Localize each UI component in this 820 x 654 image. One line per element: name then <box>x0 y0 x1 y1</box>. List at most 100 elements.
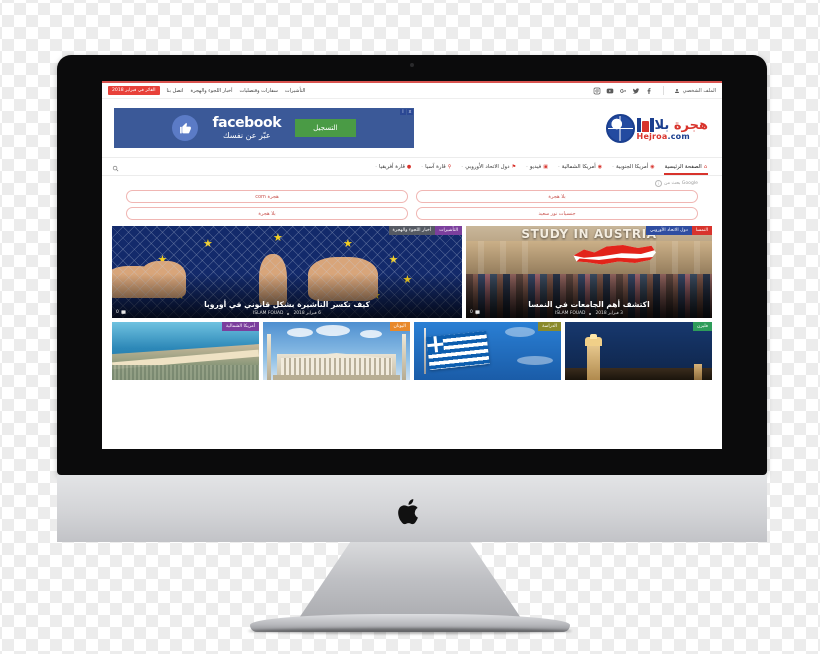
card-tags: أمريكا الشمالية <box>221 322 259 332</box>
pin-icon: ⚲ <box>447 163 452 170</box>
top-nav-item-asylum-news[interactable]: أخبار اللجوء والهجرة <box>190 88 232 94</box>
ad-brand: facebook <box>212 114 282 131</box>
adsense-term-1[interactable]: بلا هجرة <box>416 190 698 203</box>
winner-badge[interactable]: الفائز في فبراير 2018 <box>108 86 160 95</box>
nav-item-home[interactable]: ⌂ الصفحة الرئيسية <box>660 163 712 175</box>
user-icon <box>674 88 679 93</box>
top-nav-item-visas[interactable]: التأشيرات <box>285 88 306 94</box>
nav-separator: - <box>375 163 377 170</box>
circle-icon: ● <box>406 163 412 170</box>
nav-label-home: الصفحة الرئيسية <box>664 163 702 170</box>
ad-tagline: عبّر عن نفسك <box>222 130 271 140</box>
info-icon[interactable]: i <box>655 180 663 187</box>
card-tag[interactable]: أمريكا الشمالية <box>221 322 259 332</box>
logo-latin: Hejroa.com <box>636 131 690 141</box>
nav-item-south-america[interactable]: ◉ أمريكا الجنوبية - <box>607 164 659 170</box>
top-nav-item-contact[interactable]: اتصل بنا <box>167 88 184 94</box>
logo-arabic-red: هجرة <box>673 117 708 133</box>
profile-label: الملف الشخصي <box>682 87 716 94</box>
nav-item-video[interactable]: ▣ فيديو - <box>521 164 553 170</box>
card-title[interactable]: كيف تكسر التأشيرة بشكل قانوني في أوروبا <box>118 300 456 309</box>
nav-label-asia: قارة آسيا <box>425 163 446 170</box>
article-card-coast[interactable]: أمريكا الشمالية <box>112 322 259 380</box>
apple-logo <box>398 499 418 525</box>
nav-label-eu-countries: دول الاتحاد الأوروبي <box>465 163 510 170</box>
comment-count-value: 0 <box>470 310 473 315</box>
nav-item-north-america[interactable]: ◉ أمريكا الشمالية - <box>553 164 607 170</box>
card-comment-count[interactable]: 0 <box>116 310 126 315</box>
logo-wordmark: هجرة بلا Hejroa.com <box>636 116 710 141</box>
card-byline: 6 فبراير 2018 ISLAM FOUAD <box>118 311 456 316</box>
logo-latin-name: Hejroa <box>636 131 668 141</box>
logo-arabic-blue: بلا <box>654 117 670 133</box>
flag-icon: ⚑ <box>511 163 517 170</box>
card-artwork-athens <box>263 322 410 380</box>
card-tags: اليونان <box>389 322 410 332</box>
adsense-term-3[interactable]: جنسيات نور سعيد <box>416 207 698 220</box>
site-logo[interactable]: هجرة بلا Hejroa.com <box>605 113 710 143</box>
site-header: هجرة بلا Hejroa.com facebook عبّر عن نفس… <box>102 99 722 157</box>
adsense-related-search: i بحث من Google بلا هجرة هجرة com جنسيات… <box>102 176 722 226</box>
webcam-dot <box>410 63 414 67</box>
comment-icon <box>475 310 480 315</box>
home-icon: ⌂ <box>703 163 707 170</box>
card-tag-secondary[interactable]: دول الاتحاد الأوروبي <box>646 226 692 236</box>
ad-info-icon[interactable]: i <box>400 109 406 115</box>
adsense-attribution: i بحث من Google <box>655 180 698 187</box>
card-tag-primary[interactable]: النمسا <box>691 226 712 236</box>
facebook-banner-ad[interactable]: facebook عبّر عن نفسك التسجيل i x <box>114 108 414 148</box>
social-icon-group: الملف الشخصي <box>593 86 716 95</box>
ad-choices-controls[interactable]: i x <box>400 109 413 115</box>
article-card-greece[interactable]: الدراسة <box>414 322 561 380</box>
card-tags: التأشيرات أخبار اللجوء والهجرة <box>388 226 462 236</box>
nav-item-asia[interactable]: ⚲ قارة آسيا - <box>416 164 456 170</box>
article-grid: STUDY IN AUSTRIA النمسا دول الاتحاد الأو… <box>102 226 722 380</box>
featured-row: STUDY IN AUSTRIA النمسا دول الاتحاد الأو… <box>112 226 712 318</box>
card-author: ISLAM FOUAD <box>253 311 284 316</box>
instagram-icon[interactable] <box>593 87 601 95</box>
logo-glyph: هجرة بلا <box>636 116 710 133</box>
ad-close-icon[interactable]: x <box>407 109 413 115</box>
card-tag[interactable]: فليزن <box>692 322 712 332</box>
nav-separator: - <box>612 163 614 170</box>
search-icon[interactable] <box>112 157 119 176</box>
card-tag[interactable]: اليونان <box>389 322 410 332</box>
card-tag-secondary[interactable]: أخبار اللجوء والهجرة <box>388 226 436 236</box>
monitor-stand-neck <box>295 542 525 624</box>
card-date: 3 فبراير 2018 <box>595 311 623 316</box>
card-meta: كيف تكسر التأشيرة بشكل قانوني في أوروبا … <box>112 300 462 316</box>
card-tag-primary[interactable]: التأشيرات <box>435 226 462 236</box>
google-plus-icon[interactable] <box>619 87 627 95</box>
nav-label-north-america: أمريكا الشمالية <box>561 163 596 170</box>
card-author: ISLAM FOUAD <box>555 311 586 316</box>
card-meta: اكتشف أهم الجامعات في النمسا 3 فبراير 20… <box>466 300 712 316</box>
nav-label-south-america: أمريكا الجنوبية <box>615 163 649 170</box>
article-card-austria[interactable]: STUDY IN AUSTRIA النمسا دول الاتحاد الأو… <box>466 226 712 318</box>
video-icon: ▣ <box>543 163 548 170</box>
facebook-icon[interactable] <box>645 87 653 95</box>
nav-item-eu-countries[interactable]: ⚑ دول الاتحاد الأوروبي - <box>456 164 521 170</box>
twitter-icon[interactable] <box>632 87 640 95</box>
card-title[interactable]: اكتشف أهم الجامعات في النمسا <box>472 300 706 309</box>
top-nav-item-embassies[interactable]: سفارات وقنصليات <box>240 88 278 94</box>
monitor-stand-shadow <box>248 628 572 634</box>
youtube-icon[interactable] <box>606 87 614 95</box>
nav-separator: - <box>461 163 464 170</box>
article-card-lighthouse[interactable]: فليزن <box>565 322 712 380</box>
globe-icon <box>605 113 635 143</box>
article-card-eu-visa[interactable]: ★ ★ ★ ★ ★ ★ ★ ★ ★ <box>112 226 462 318</box>
website-viewport: الملف الشخصي التأشيرات سفارات وقنصليات أ… <box>102 81 722 449</box>
adsense-term-2[interactable]: هجرة com <box>126 190 408 203</box>
article-card-athens[interactable]: اليونان <box>263 322 410 380</box>
adsense-label-text: بحث من Google <box>664 181 698 186</box>
divider <box>662 86 664 95</box>
profile-link[interactable]: الملف الشخصي <box>674 88 716 94</box>
secondary-row: فليزن الدراسة اليونان أمريكا الشمالية <box>112 322 712 380</box>
card-tag[interactable]: الدراسة <box>538 322 561 332</box>
adsense-term-4[interactable]: بلا هجرة <box>126 207 408 220</box>
ad-signup-button[interactable]: التسجيل <box>295 119 356 137</box>
nav-item-africa[interactable]: ● قارة أفريقيا - <box>370 164 416 170</box>
globe-icon: ◉ <box>650 163 655 170</box>
austria-map-shape <box>573 245 656 265</box>
card-comment-count[interactable]: 0 <box>470 310 480 315</box>
